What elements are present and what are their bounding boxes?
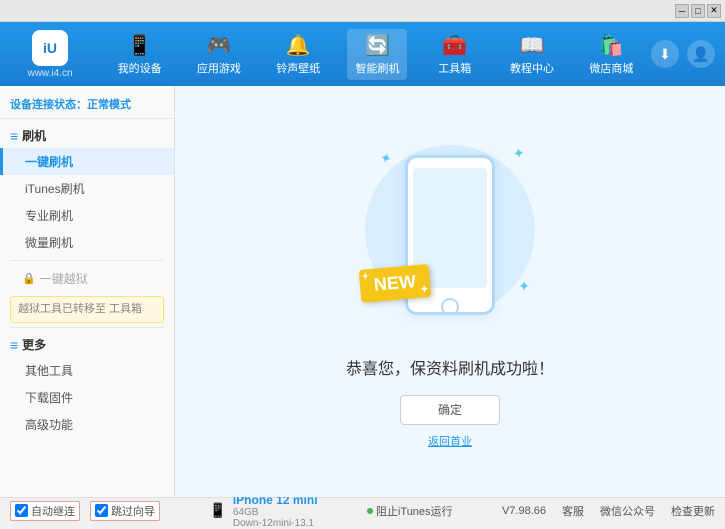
my-device-label: 我的设备 — [118, 60, 162, 76]
device-storage: 64GB — [233, 507, 318, 518]
version-label: V7.98.66 — [502, 505, 546, 517]
sidebar-item-advanced[interactable]: 高级功能 — [0, 411, 174, 438]
download-icon: ⬇ — [659, 46, 671, 63]
bottom-right: V7.98.66 客服 微信公众号 检查更新 — [502, 503, 715, 519]
sidebar-disabled-jailbreak: 🔒 一键越狱 — [0, 265, 174, 292]
sidebar: 设备连接状态：正常模式 ≡ 刷机 一键刷机 iTunes刷机 专业刷机 微量刷机… — [0, 86, 175, 497]
customer-service-link[interactable]: 客服 — [562, 503, 584, 519]
success-title: 恭喜您，保资料刷机成功啦！ — [346, 355, 554, 379]
nav-tutorial[interactable]: 📖 教程中心 — [502, 29, 562, 80]
bottom-left: 自动继连 跳过向导 — [10, 501, 160, 521]
skip-wizard-checkbox[interactable]: 跳过向导 — [90, 501, 160, 521]
itunes-status-label: 阻止iTunes运行 — [376, 503, 453, 519]
my-device-icon: 📱 — [127, 33, 152, 58]
nav-weidian[interactable]: 🛍️ 微店商城 — [581, 29, 641, 80]
nav-items: 📱 我的设备 🎮 应用游戏 🔔 铃声壁纸 🔄 智能刷机 🧰 工具箱 📖 教程中心… — [100, 29, 651, 80]
main: 设备连接状态：正常模式 ≡ 刷机 一键刷机 iTunes刷机 专业刷机 微量刷机… — [0, 86, 725, 497]
sparkle-3: ✦ — [518, 278, 530, 295]
flash-section-header: ≡ 刷机 — [0, 123, 174, 148]
logo-site: www.i4.cn — [27, 68, 72, 79]
sidebar-item-data-flash[interactable]: 微量刷机 — [0, 229, 174, 256]
content-area: ✦ ✦ ✦ NEW 恭喜您，保资料刷机成功啦！ 确定 返回首业 — [175, 86, 725, 497]
device-info: 📱 iPhone 12 mini 64GB Down-12mini-13,1 — [209, 493, 317, 529]
smart-flash-label: 智能刷机 — [355, 60, 399, 76]
sidebar-item-other-tools[interactable]: 其他工具 — [0, 357, 174, 384]
sidebar-item-one-click-flash[interactable]: 一键刷机 — [0, 148, 174, 175]
bottom-bar: 自动继连 跳过向导 📱 iPhone 12 mini 64GB Down-12m… — [0, 497, 725, 523]
logo[interactable]: iU www.i4.cn — [10, 30, 90, 79]
wechat-public-link[interactable]: 微信公众号 — [600, 503, 655, 519]
user-icon: 👤 — [692, 46, 709, 63]
itunes-status-dot — [367, 508, 373, 514]
auto-connect-label: 自动继连 — [31, 503, 75, 519]
sidebar-info-box: 越狱工具已转移至 工具箱 — [10, 296, 164, 323]
check-update-link[interactable]: 检查更新 — [671, 503, 715, 519]
sidebar-divider-2 — [10, 327, 164, 328]
lock-icon: 🔒 — [22, 272, 36, 285]
apps-games-icon: 🎮 — [206, 33, 231, 58]
flash-section-label: 刷机 — [22, 127, 46, 144]
more-section-icon: ≡ — [10, 337, 18, 353]
device-firmware: Down-12mini-13,1 — [233, 518, 318, 529]
sparkle-2: ✦ — [512, 144, 527, 163]
itunes-status: 阻止iTunes运行 — [367, 503, 453, 519]
connection-status: 设备连接状态：正常模式 — [0, 90, 174, 119]
confirm-button[interactable]: 确定 — [400, 395, 500, 425]
tutorial-label: 教程中心 — [510, 60, 554, 76]
sidebar-divider-1 — [10, 260, 164, 261]
user-button[interactable]: 👤 — [687, 40, 715, 68]
header-actions: ⬇ 👤 — [651, 40, 715, 68]
toolbox-icon: 🧰 — [442, 33, 467, 58]
sparkle-1: ✦ — [378, 148, 394, 167]
skip-wizard-label: 跳过向导 — [111, 503, 155, 519]
success-illustration: ✦ ✦ ✦ NEW — [350, 135, 550, 335]
auto-connect-checkbox[interactable]: 自动继连 — [10, 501, 80, 521]
sidebar-item-itunes-flash[interactable]: iTunes刷机 — [0, 175, 174, 202]
phone-home-button — [441, 298, 459, 315]
weidian-icon: 🛍️ — [599, 33, 624, 58]
weidian-label: 微店商城 — [589, 60, 633, 76]
skip-wizard-input[interactable] — [95, 504, 108, 517]
toolbox-label: 工具箱 — [438, 60, 471, 76]
nav-ringtones[interactable]: 🔔 铃声壁纸 — [268, 29, 328, 80]
sidebar-item-pro-flash[interactable]: 专业刷机 — [0, 202, 174, 229]
window-controls[interactable]: ─ □ ✕ — [675, 4, 721, 18]
flash-section-icon: ≡ — [10, 128, 18, 144]
device-phone-icon: 📱 — [209, 502, 226, 519]
maximize-button[interactable]: □ — [691, 4, 705, 18]
tutorial-icon: 📖 — [520, 33, 545, 58]
nav-toolbox[interactable]: 🧰 工具箱 — [427, 29, 483, 80]
nav-my-device[interactable]: 📱 我的设备 — [110, 29, 170, 80]
status-value: 正常模式 — [87, 99, 131, 111]
title-bar: ─ □ ✕ — [0, 0, 725, 22]
ringtones-icon: 🔔 — [286, 33, 311, 58]
nav-apps-games[interactable]: 🎮 应用游戏 — [189, 29, 249, 80]
more-section-header: ≡ 更多 — [0, 332, 174, 357]
nav-smart-flash[interactable]: 🔄 智能刷机 — [347, 29, 407, 80]
smart-flash-icon: 🔄 — [365, 33, 390, 58]
download-button[interactable]: ⬇ — [651, 40, 679, 68]
ringtones-label: 铃声壁纸 — [276, 60, 320, 76]
more-section-label: 更多 — [22, 336, 46, 353]
new-badge: NEW — [359, 264, 432, 303]
logo-icon: iU — [32, 30, 68, 66]
return-link[interactable]: 返回首业 — [428, 433, 472, 449]
sidebar-item-download-firmware[interactable]: 下载固件 — [0, 384, 174, 411]
header: iU www.i4.cn 📱 我的设备 🎮 应用游戏 🔔 铃声壁纸 🔄 智能刷机… — [0, 22, 725, 86]
minimize-button[interactable]: ─ — [675, 4, 689, 18]
auto-connect-input[interactable] — [15, 504, 28, 517]
apps-games-label: 应用游戏 — [197, 60, 241, 76]
close-button[interactable]: ✕ — [707, 4, 721, 18]
